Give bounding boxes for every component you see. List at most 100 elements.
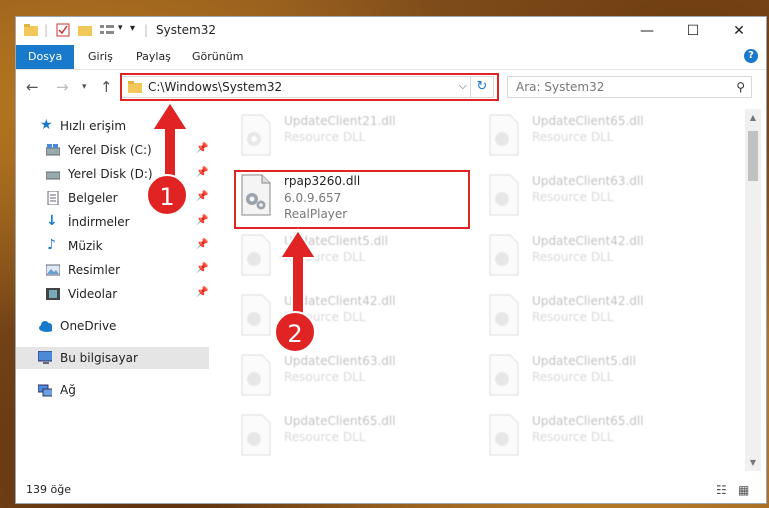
sidebar-item-label: Belgeler [68,191,118,205]
tab-gorunum[interactable]: Görünüm [182,45,253,69]
window-title: System32 [156,23,217,37]
sidebar-item-resimler[interactable]: Resimler 📌 [16,259,209,281]
list-item[interactable]: UpdateClient42.dll Resource DLL [482,233,722,289]
sidebar-item-label: Bu bilgisayar [60,351,138,365]
sidebar-item-indirmeler[interactable]: ↓ İndirmeler 📌 [16,211,209,233]
network-icon [38,384,52,397]
sidebar-item-network[interactable]: Ağ [16,379,209,401]
sidebar-item-label: Ağ [60,383,76,397]
drive-icon [46,171,60,180]
maximize-button[interactable]: ☐ [670,17,716,45]
address-highlight-box [120,73,499,101]
scroll-up-icon[interactable]: ▲ [745,113,761,122]
sidebar-item-label: İndirmeler [68,215,130,229]
status-bar: 139 öğe ☷ ▦ [16,479,766,503]
file-name: UpdateClient65.dll [532,114,644,128]
separator: | [44,23,49,37]
file-description: Resource DLL [284,430,366,444]
pin-icon[interactable]: 📌 [196,263,208,274]
separator: | [144,23,149,37]
sidebar-item-label: Resimler [68,263,121,277]
search-placeholder: Ara: System32 [516,80,605,94]
view-options-icon[interactable] [100,23,116,37]
tab-paylas[interactable]: Paylaş [126,45,181,69]
list-item[interactable]: UpdateClient63.dll Resource DLL [482,173,722,229]
videos-icon [46,288,60,300]
minimize-button[interactable]: — [624,17,670,45]
search-icon[interactable]: ⚲ [736,80,745,94]
file-name: UpdateClient63.dll [532,174,644,188]
item-count: 139 öğe [26,483,71,496]
file-description: Resource DLL [532,430,614,444]
file-description: Resource DLL [532,250,614,264]
close-button[interactable]: ✕ [716,17,762,45]
properties-icon[interactable] [56,23,70,37]
tab-giris[interactable]: Giriş [78,45,123,69]
scroll-down-icon[interactable]: ▼ [745,458,761,467]
sidebar-item-this-pc[interactable]: Bu bilgisayar [16,347,209,369]
dll-file-icon [489,234,519,276]
drive-icon [46,144,60,156]
customize-toolbar-icon[interactable]: ▾ [130,23,135,34]
download-icon: ↓ [46,213,58,229]
tab-dosya[interactable]: Dosya [16,45,75,69]
dll-file-icon [489,174,519,216]
dll-file-icon [489,114,519,156]
list-item[interactable]: UpdateClient5.dll Resource DLL [482,353,722,409]
scrollbar-thumb[interactable] [748,131,758,181]
file-name: UpdateClient65.dll [532,414,644,428]
file-name: UpdateClient63.dll [284,354,396,368]
file-description: Resource DLL [532,130,614,144]
file-description: Resource DLL [532,310,614,324]
search-input[interactable]: Ara: System32 ⚲ [507,76,752,98]
pin-icon[interactable]: 📌 [196,215,208,226]
file-name: UpdateClient65.dll [284,414,396,428]
file-description: Resource DLL [532,190,614,204]
file-description: Resource DLL [532,370,614,384]
details-view-icon[interactable]: ☷ [716,483,727,497]
music-icon: ♪ [47,237,56,253]
ribbon-tabs: Dosya Giriş Paylaş Görünüm ? [16,45,766,70]
file-name: UpdateClient5.dll [532,354,636,368]
folder-icon [24,24,38,36]
list-item[interactable]: UpdateClient21.dll Resource DLL [234,113,474,169]
dll-file-icon [241,114,271,156]
new-folder-icon[interactable] [78,23,92,37]
file-name: UpdateClient21.dll [284,114,396,128]
file-highlight-box [234,170,470,229]
documents-icon [47,191,59,205]
dll-file-icon [489,414,519,456]
star-icon: ★ [40,117,53,133]
dll-file-icon [489,294,519,336]
computer-icon [38,351,52,364]
sidebar-item-label: OneDrive [60,319,117,333]
help-icon[interactable]: ? [744,49,758,63]
large-icons-view-icon[interactable]: ▦ [738,483,749,497]
dll-file-icon [489,354,519,396]
dll-file-icon [241,354,271,396]
file-name: UpdateClient42.dll [532,234,644,248]
dropdown-arrow-icon[interactable]: ▾ [118,23,123,33]
sidebar-item-label: Müzik [68,239,103,253]
list-item[interactable]: UpdateClient65.dll Resource DLL [234,413,474,469]
pin-icon[interactable]: 📌 [196,239,208,250]
up-arrow-icon[interactable]: ↑ [100,78,113,96]
sidebar-item-label: Videolar [68,287,118,301]
vertical-scrollbar[interactable]: ▲ ▼ [745,109,761,471]
sidebar-item-muzik[interactable]: ♪ Müzik 📌 [16,235,209,257]
file-description: Resource DLL [284,370,366,384]
sidebar-item-videolar[interactable]: Videolar 📌 [16,283,209,305]
sidebar-item-onedrive[interactable]: OneDrive [16,315,209,337]
list-item[interactable]: UpdateClient65.dll Resource DLL [482,113,722,169]
dll-file-icon [241,414,271,456]
back-arrow-icon[interactable]: ← [26,78,39,96]
step-badge-2: 2 [274,311,316,353]
cloud-icon [39,321,52,332]
list-item[interactable]: UpdateClient65.dll Resource DLL [482,413,722,469]
recent-locations-icon[interactable]: ▾ [82,82,87,92]
list-item[interactable]: UpdateClient42.dll Resource DLL [482,293,722,349]
sidebar-item-label: Hızlı erişim [60,119,127,133]
list-item[interactable]: UpdateClient63.dll Resource DLL [234,353,474,409]
pin-icon[interactable]: 📌 [196,287,208,298]
forward-arrow-icon[interactable]: → [56,78,69,96]
